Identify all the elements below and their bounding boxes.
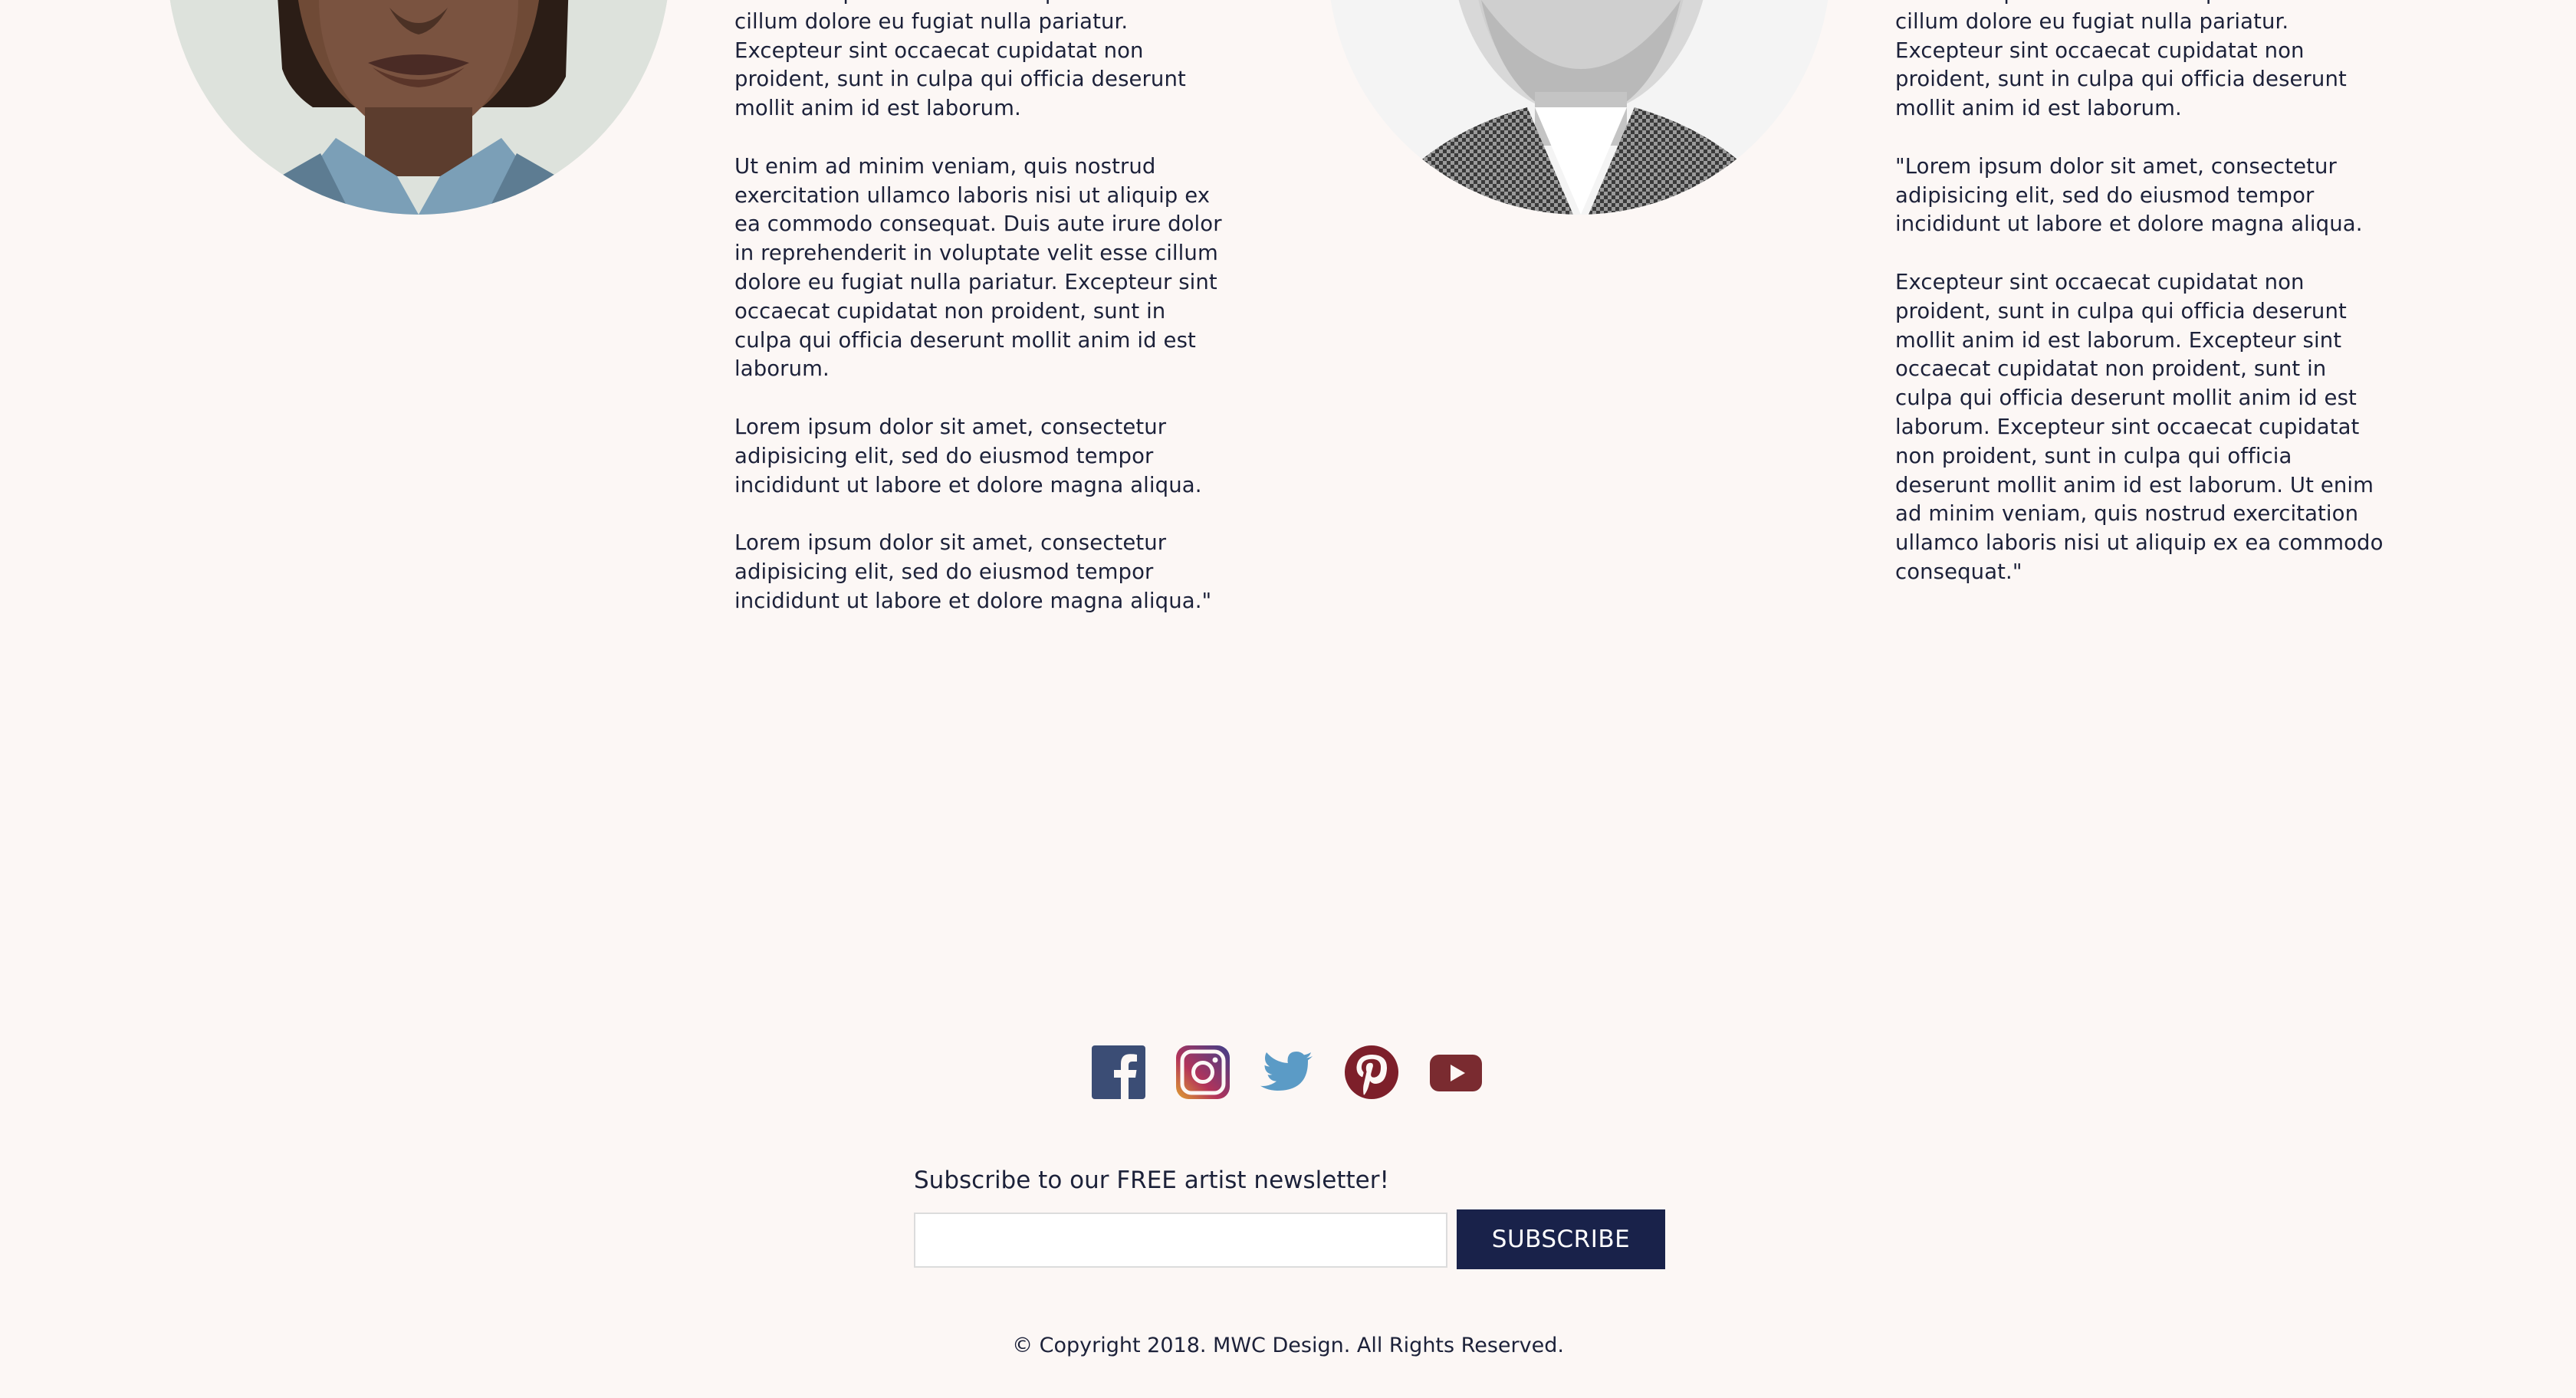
artist-portrait-left — [167, 0, 670, 215]
artist-portrait-right — [1328, 0, 1831, 215]
bio-paragraph: Lorem ipsum dolor sit amet, consectetur … — [734, 530, 1212, 613]
page: dolor in reprehenderit in voluptate veli… — [0, 0, 2576, 1398]
bio-paragraph: Ut enim ad minim veniam, quis nostrud ex… — [734, 153, 1222, 382]
copyright-text: © Copyright 2018. MWC Design. All Rights… — [1012, 1334, 1564, 1357]
newsletter-email-input[interactable] — [914, 1213, 1447, 1268]
bio-paragraph: Lorem ipsum dolor sit amet, consectetur … — [734, 414, 1202, 497]
bio-paragraph: dolor in reprehenderit in voluptate veli… — [734, 0, 1208, 121]
youtube-icon[interactable] — [1429, 1045, 1483, 1099]
facebook-icon[interactable] — [1092, 1045, 1145, 1099]
pinterest-icon[interactable] — [1345, 1045, 1398, 1099]
twitter-icon[interactable] — [1260, 1045, 1314, 1099]
bio-paragraph: "Lorem ipsum dolor sit amet, consectetur… — [1895, 153, 2363, 237]
social-links — [1092, 1045, 1483, 1099]
subscribe-button[interactable]: SUBSCRIBE — [1457, 1209, 1665, 1269]
newsletter-heading: Subscribe to our FREE artist newsletter! — [914, 1167, 1389, 1194]
bio-paragraph: Excepteur sint occaecat cupidatat non pr… — [1895, 269, 2384, 584]
bio-paragraph: dolor in reprehenderit in voluptate veli… — [1895, 0, 2369, 121]
bio-text-left: dolor in reprehenderit in voluptate veli… — [734, 0, 1225, 645]
bio-text-right: dolor in reprehenderit in voluptate veli… — [1895, 0, 2386, 616]
instagram-icon[interactable] — [1176, 1045, 1230, 1099]
